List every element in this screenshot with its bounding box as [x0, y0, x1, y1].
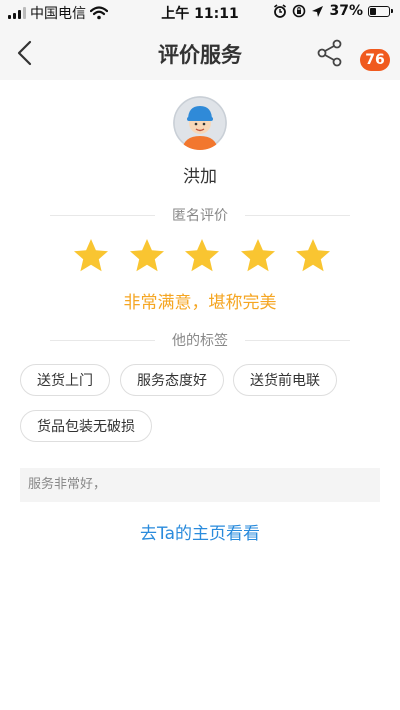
notification-badge: 76: [360, 49, 390, 71]
star-icon[interactable]: [128, 237, 166, 275]
star-icon[interactable]: [239, 237, 277, 275]
star-icon[interactable]: [183, 237, 221, 275]
battery-percent: 37%: [329, 3, 363, 19]
rating-section-header: 匿名评价: [50, 205, 350, 225]
battery-icon: [368, 5, 393, 17]
status-right: 37%: [273, 3, 393, 19]
tag-chip[interactable]: 送货前电联: [233, 364, 337, 396]
tag-chip[interactable]: 服务态度好: [120, 364, 224, 396]
location-icon: [312, 5, 324, 17]
divider: [245, 215, 350, 216]
rating-summary: 非常满意，堪称完美: [123, 293, 277, 313]
orientation-lock-icon: [293, 4, 306, 18]
comment-box: 服务非常好，: [20, 468, 380, 502]
user-name: 洪加: [183, 167, 217, 187]
tags-section-header: 他的标签: [50, 330, 350, 350]
avatar[interactable]: [173, 96, 227, 150]
star-icon[interactable]: [294, 237, 332, 275]
status-bar: 中国电信 上午 11:11 37%: [0, 0, 400, 24]
star-icon[interactable]: [72, 237, 110, 275]
tag-chip[interactable]: 货品包装无破损: [20, 410, 152, 442]
divider: [245, 340, 350, 341]
navigation-bar: 评价服务 76: [0, 24, 400, 80]
tag-chip[interactable]: 送货上门: [20, 364, 110, 396]
share-icon[interactable]: [314, 38, 346, 68]
alarm-icon: [274, 4, 287, 18]
star-rating[interactable]: [72, 237, 332, 275]
visit-homepage-link[interactable]: 去Ta的主页看看: [0, 519, 400, 544]
